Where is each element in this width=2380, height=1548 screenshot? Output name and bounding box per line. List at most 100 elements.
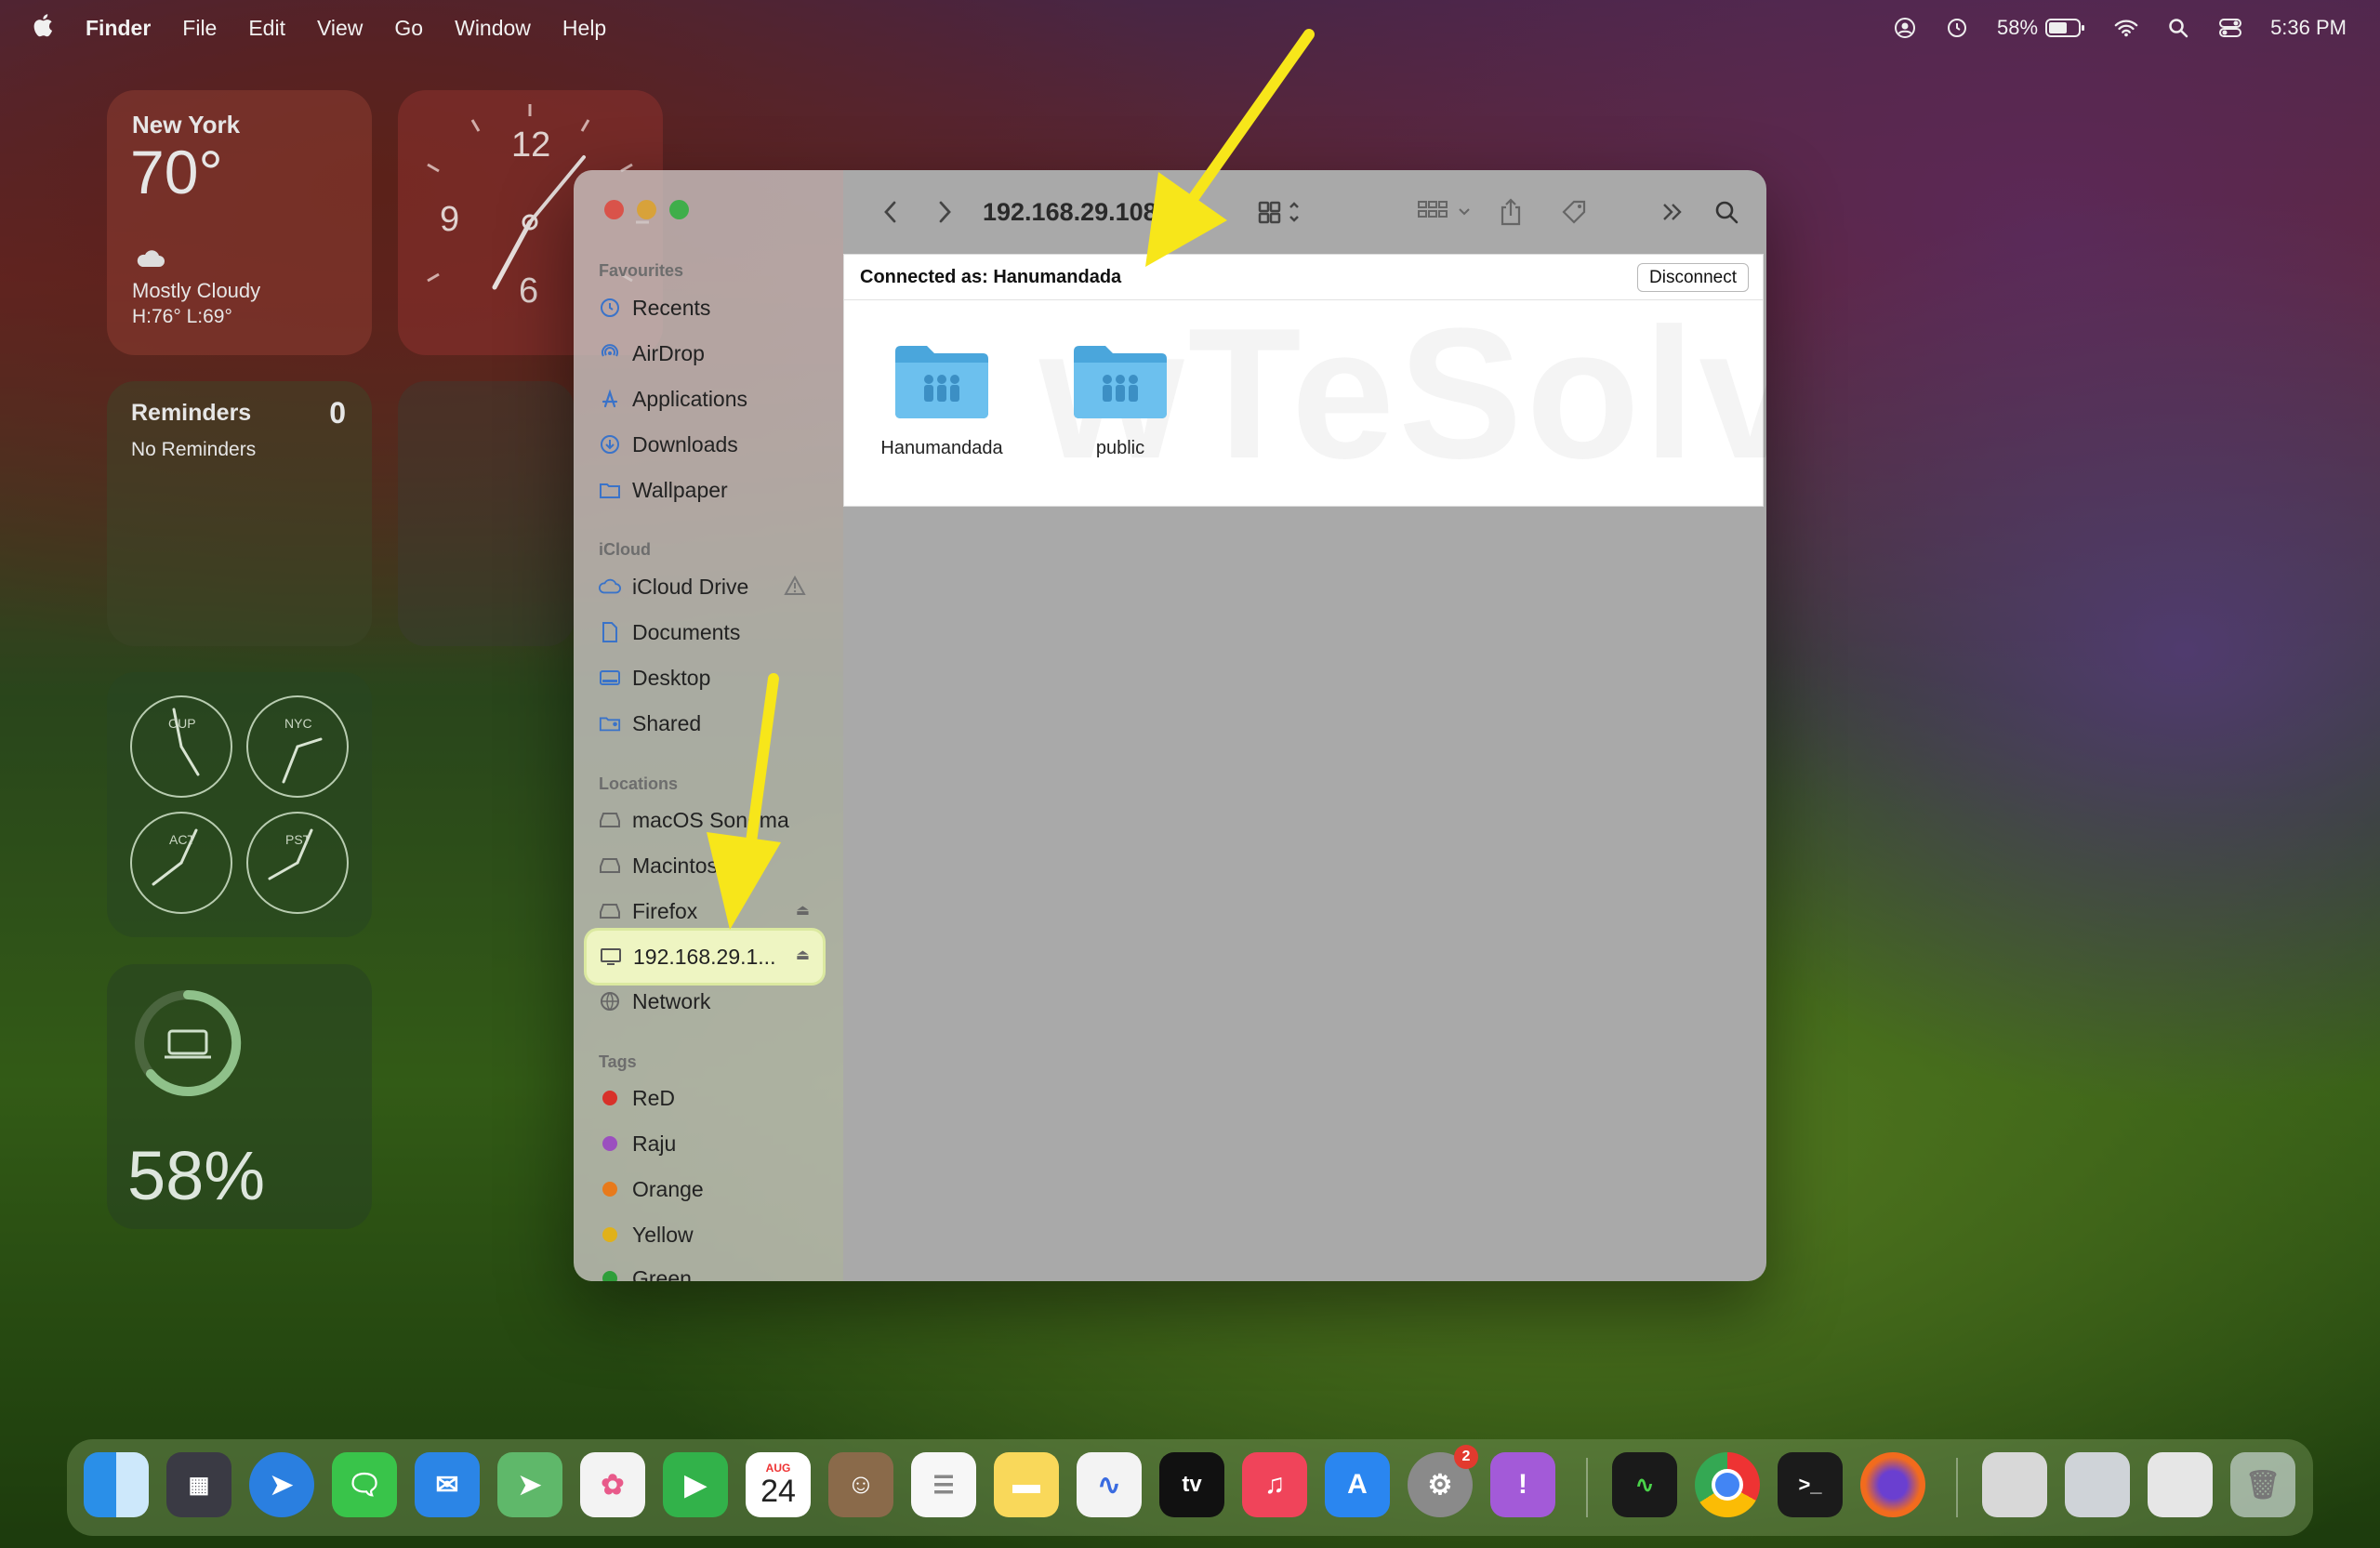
sidebar-item-label: Downloads bbox=[632, 431, 738, 456]
disconnect-button[interactable]: Disconnect bbox=[1637, 263, 1749, 292]
trash-icon[interactable]: 🗑 bbox=[2230, 1452, 2295, 1517]
tag-label: Yellow bbox=[632, 1222, 694, 1247]
sidebar-item-firefox[interactable]: Firefox bbox=[599, 893, 697, 930]
mail-icon[interactable]: ✉ bbox=[415, 1452, 480, 1517]
menu-window[interactable]: Window bbox=[455, 16, 531, 41]
sidebar-tag-orange[interactable]: Orange bbox=[599, 1171, 704, 1208]
sidebar-item-shared[interactable]: Shared bbox=[599, 705, 701, 742]
shared-folder-item[interactable]: Hanumandada bbox=[872, 338, 1012, 459]
time-machine-icon[interactable] bbox=[1945, 16, 1969, 40]
disk-icon bbox=[599, 809, 621, 831]
sidebar-item-network[interactable]: Network bbox=[599, 983, 710, 1020]
chrome-icon[interactable] bbox=[1695, 1452, 1760, 1517]
user-account-icon[interactable] bbox=[1893, 16, 1917, 40]
calendar-month: AUG bbox=[765, 1462, 791, 1475]
tag-icon[interactable] bbox=[1557, 195, 1591, 229]
recent-document-icon[interactable] bbox=[2065, 1452, 2130, 1517]
tag-dot-icon bbox=[602, 1227, 617, 1242]
sidebar-section-icloud: iCloud bbox=[599, 540, 651, 559]
feedback-icon[interactable]: ! bbox=[1490, 1452, 1555, 1517]
reminders-widget[interactable]: Reminders 0 No Reminders bbox=[107, 381, 372, 646]
safari-icon[interactable]: ➤ bbox=[249, 1452, 314, 1517]
disk-icon bbox=[599, 900, 621, 922]
group-by-icon[interactable] bbox=[1415, 195, 1480, 229]
sidebar-item-label: Applications bbox=[632, 386, 748, 411]
battery-status[interactable]: 58% bbox=[1997, 16, 2086, 40]
shared-server-panel: wTeSolve.com Connected as: Hanumandada D… bbox=[843, 254, 1766, 507]
launchpad-icon[interactable]: ▦ bbox=[166, 1452, 231, 1517]
shared-folder-item[interactable]: public bbox=[1051, 338, 1190, 459]
battery-icon bbox=[2045, 19, 2085, 37]
warning-icon bbox=[784, 575, 806, 601]
recent-document-icon[interactable] bbox=[1982, 1452, 2047, 1517]
system-settings-icon[interactable]: ⚙ 2 bbox=[1408, 1445, 1478, 1517]
search-icon[interactable] bbox=[1712, 195, 1740, 229]
sidebar-item-label: Recents bbox=[632, 295, 711, 320]
weather-temp: 70° bbox=[130, 138, 223, 206]
reminders-icon[interactable]: ☰ bbox=[911, 1452, 976, 1517]
sidebar-item-label: Wallpaper bbox=[632, 477, 728, 502]
facetime-icon[interactable]: ▶ bbox=[663, 1452, 728, 1517]
world-clock-widget[interactable]: CUP NYC ACT PST bbox=[107, 672, 372, 937]
forward-chevron-icon[interactable] bbox=[932, 195, 959, 229]
globe-icon bbox=[599, 990, 621, 1012]
menu-clock[interactable]: 5:36 PM bbox=[2270, 16, 2347, 40]
app-store-icon[interactable]: A bbox=[1325, 1452, 1390, 1517]
photos-icon[interactable]: ✿ bbox=[580, 1452, 645, 1517]
menu-view[interactable]: View bbox=[317, 16, 363, 41]
apple-menu-icon[interactable] bbox=[32, 12, 54, 44]
minimize-button[interactable] bbox=[637, 200, 656, 219]
control-center-icon[interactable] bbox=[2218, 16, 2242, 40]
freeform-icon[interactable]: ∿ bbox=[1077, 1452, 1142, 1517]
sidebar-item-downloads[interactable]: Downloads bbox=[599, 426, 738, 463]
sidebar-item-documents[interactable]: Documents bbox=[599, 614, 740, 651]
share-icon[interactable] bbox=[1494, 195, 1527, 229]
sidebar-section-favourites: Favourites bbox=[599, 261, 684, 280]
contacts-icon[interactable]: ☺ bbox=[828, 1452, 893, 1517]
menu-go[interactable]: Go bbox=[394, 16, 423, 41]
maps-icon[interactable]: ➤ bbox=[497, 1452, 562, 1517]
messages-icon[interactable]: 🗨 bbox=[332, 1452, 397, 1517]
firefox-icon[interactable] bbox=[1860, 1452, 1925, 1517]
blank-widget bbox=[398, 381, 575, 646]
calendar-icon[interactable]: AUG 24 bbox=[746, 1452, 811, 1517]
sidebar-item-airdrop[interactable]: AirDrop bbox=[599, 335, 705, 372]
zoom-button[interactable] bbox=[669, 200, 689, 219]
airdrop-icon bbox=[599, 342, 621, 364]
menu-file[interactable]: File bbox=[182, 16, 217, 41]
spotlight-search-icon[interactable] bbox=[2166, 16, 2190, 40]
sidebar-item-applications[interactable]: Applications bbox=[599, 380, 747, 417]
sidebar-tag-yellow[interactable]: Yellow bbox=[599, 1216, 694, 1253]
close-button[interactable] bbox=[604, 200, 624, 219]
sidebar-item-wallpaper[interactable]: Wallpaper bbox=[599, 471, 728, 509]
notes-icon[interactable]: ▬ bbox=[994, 1452, 1059, 1517]
music-icon[interactable]: ♫ bbox=[1242, 1452, 1307, 1517]
battery-widget[interactable]: 58% bbox=[107, 964, 372, 1229]
menu-edit[interactable]: Edit bbox=[248, 16, 285, 41]
sidebar-tag-raju[interactable]: Raju bbox=[599, 1125, 676, 1162]
world-clock-faces bbox=[130, 695, 349, 914]
more-chevron-icon[interactable] bbox=[1659, 195, 1686, 229]
eject-icon[interactable]: ⏏ bbox=[796, 946, 810, 964]
world-clock-label-2: NYC bbox=[284, 716, 312, 731]
clock-numeral-6: 6 bbox=[519, 271, 539, 311]
menu-app-name[interactable]: Finder bbox=[86, 16, 151, 41]
recent-document-icon[interactable] bbox=[2148, 1452, 2213, 1517]
menu-help[interactable]: Help bbox=[562, 16, 606, 41]
sidebar-tag-green[interactable]: Green bbox=[599, 1260, 692, 1281]
finder-icon[interactable] bbox=[84, 1452, 149, 1517]
dock-separator bbox=[1586, 1458, 1588, 1517]
back-chevron-icon[interactable] bbox=[876, 195, 904, 229]
apple-tv-icon[interactable]: tv bbox=[1159, 1452, 1224, 1517]
weather-widget[interactable]: New York 70° Mostly Cloudy H:76° L:69° bbox=[107, 90, 372, 355]
cloud-icon bbox=[135, 248, 166, 273]
wifi-icon[interactable] bbox=[2114, 16, 2138, 40]
terminal-icon[interactable]: >_ bbox=[1778, 1452, 1843, 1517]
shared-folder-icon bbox=[599, 712, 621, 734]
sidebar-item-recents[interactable]: Recents bbox=[599, 289, 710, 326]
document-icon bbox=[599, 621, 621, 643]
activity-monitor-icon[interactable]: ∿ bbox=[1612, 1452, 1677, 1517]
window-controls bbox=[604, 200, 689, 219]
sidebar-item-icloud-drive[interactable]: iCloud Drive bbox=[599, 568, 748, 605]
sidebar-tag-red[interactable]: ReD bbox=[599, 1079, 675, 1117]
